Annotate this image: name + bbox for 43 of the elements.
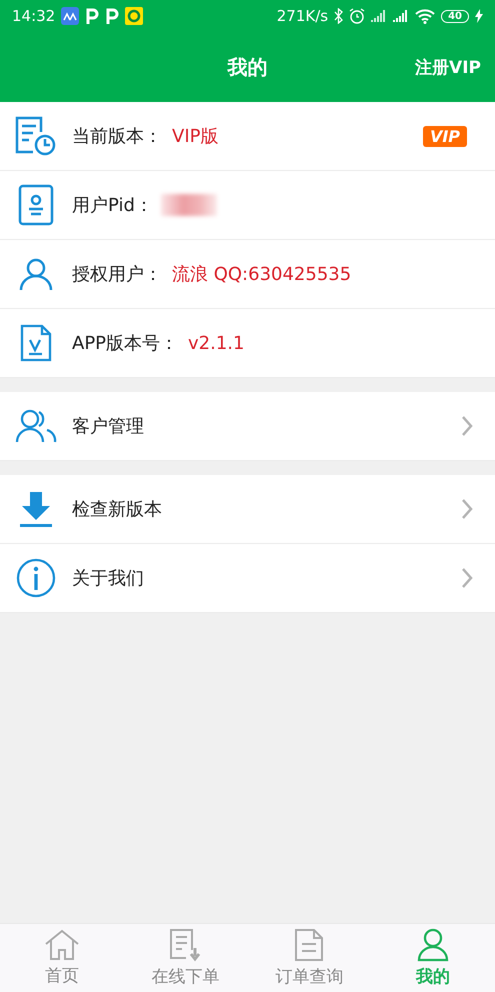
tab[interactable]: 在线下单 (124, 924, 248, 992)
download-icon (18, 490, 54, 528)
signal-icon (371, 9, 388, 23)
row-label: 当前版本： (72, 125, 162, 148)
chevron-right-icon (461, 567, 473, 589)
chevron-right-icon (461, 498, 473, 520)
menu-item[interactable]: 客户管理 (0, 392, 495, 461)
signal-icon (393, 9, 410, 23)
parking-icon (105, 7, 120, 25)
alarm-icon (349, 8, 366, 24)
home-icon (44, 929, 80, 961)
wifi-icon (415, 8, 436, 24)
app-icon (125, 7, 144, 25)
row-value: 流浪 QQ:630425535 (172, 263, 352, 286)
row-label: APP版本号： (72, 332, 178, 355)
user-icon (417, 928, 450, 962)
charging-icon (475, 9, 483, 23)
chevron-right-icon (461, 415, 473, 437)
row-value: v2.1.1 (188, 332, 244, 354)
menu-item[interactable]: 检查新版本 (0, 475, 495, 544)
users-icon (15, 408, 57, 444)
tab[interactable]: 我的 (371, 924, 495, 992)
status-time: 14:32 (12, 7, 56, 25)
id-card-icon (18, 184, 54, 226)
document-clock-icon (15, 116, 57, 156)
menu-item[interactable]: 关于我们 (0, 544, 495, 613)
network-speed: 271K/s (276, 7, 328, 25)
battery-icon: 40 (441, 10, 469, 22)
row-value: VIP版 (172, 125, 218, 148)
tab[interactable]: 首页 (0, 924, 124, 992)
row-label: 用户Pid： (72, 194, 153, 217)
document-icon (293, 928, 326, 962)
register-vip-link[interactable]: 注册VIP (415, 56, 481, 78)
app-icon (61, 7, 80, 25)
page-title: 我的 (228, 54, 268, 80)
tab[interactable]: 订单查询 (248, 924, 372, 992)
bluetooth-icon (334, 8, 344, 24)
row-label: 授权用户： (72, 263, 162, 286)
user-icon (19, 257, 53, 291)
info-icon (16, 558, 56, 598)
document-icon (20, 324, 52, 362)
parking-icon (85, 7, 100, 25)
vip-badge: VIP (422, 126, 467, 146)
